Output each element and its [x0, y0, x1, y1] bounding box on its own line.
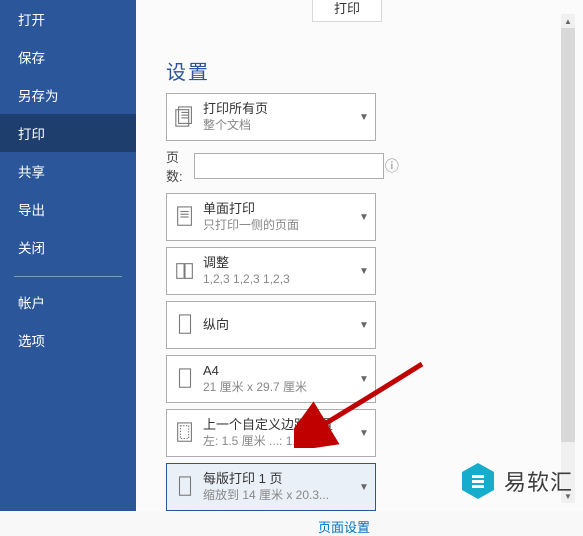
scrollbar[interactable]: ▲ ▼ [561, 14, 575, 503]
sidebar-label: 导出 [18, 199, 45, 219]
main-panel: 打印 设置 打印所有页 整个文档 ▼ 页数: ⓘ [136, 0, 583, 511]
pages-input[interactable] [194, 153, 384, 179]
sidebar-item-close[interactable]: 关闭 [0, 228, 136, 266]
pages-label: 页数: [166, 147, 194, 185]
dropdown-text: 打印所有页 整个文档 [203, 101, 353, 133]
sidebar-separator [14, 276, 122, 277]
dropdown-text: 纵向 [203, 317, 353, 334]
dropdown-text: 每版打印 1 页 缩放到 14 厘米 x 20.3... [203, 471, 353, 503]
sidebar-label: 选项 [18, 330, 45, 350]
dropdown-orientation[interactable]: 纵向 ▼ [166, 301, 376, 349]
sidebar-item-share[interactable]: 共享 [0, 152, 136, 190]
dropdown-paper-size[interactable]: A4 21 厘米 x 29.7 厘米 ▼ [166, 355, 376, 403]
sidebar-label: 打开 [18, 9, 45, 29]
dropdown-primary-text: 调整 [203, 255, 353, 272]
chevron-down-icon: ▼ [353, 112, 375, 123]
dropdown-print-scope[interactable]: 打印所有页 整个文档 ▼ [166, 93, 376, 141]
dropdown-collate[interactable]: 调整 1,2,3 1,2,3 1,2,3 ▼ [166, 247, 376, 295]
sidebar-label: 共享 [18, 161, 45, 181]
info-icon[interactable]: ⓘ [384, 155, 400, 177]
dropdown-text: 上一个自定义边距设置 左: 1.5 厘米 ...: 1.5... [203, 417, 353, 449]
sidebar-item-export[interactable]: 导出 [0, 190, 136, 228]
sidebar-item-save[interactable]: 保存 [0, 38, 136, 76]
sidebar-label: 帐户 [18, 292, 45, 312]
page-setup-link[interactable]: 页面设置 [166, 517, 376, 536]
chevron-down-icon: ▼ [353, 212, 375, 223]
sidebar-item-print[interactable]: 打印 [0, 114, 136, 152]
dropdown-text: A4 21 厘米 x 29.7 厘米 [203, 363, 353, 395]
dropdown-secondary-text: 21 厘米 x 29.7 厘米 [203, 380, 353, 396]
sidebar-item-open[interactable]: 打开 [0, 0, 136, 38]
dropdown-text: 单面打印 只打印一侧的页面 [203, 201, 353, 233]
scroll-up-icon[interactable]: ▲ [561, 14, 575, 28]
pages-row: 页数: ⓘ [166, 147, 400, 185]
dropdown-pages-per-sheet[interactable]: 每版打印 1 页 缩放到 14 厘米 x 20.3... ▼ [166, 463, 376, 511]
settings-title: 设置 [166, 56, 400, 85]
dropdown-secondary-text: 只打印一侧的页面 [203, 218, 353, 234]
sidebar: 打开 保存 另存为 打印 共享 导出 关闭 帐户 选项 [0, 0, 136, 511]
watermark-text: 易软汇 [504, 465, 573, 497]
print-button[interactable]: 打印 [312, 0, 382, 22]
dropdown-primary-text: A4 [203, 363, 353, 380]
dropdown-text: 调整 1,2,3 1,2,3 1,2,3 [203, 255, 353, 287]
page-icon [167, 366, 203, 392]
dropdown-primary-text: 上一个自定义边距设置 [203, 417, 353, 434]
dropdown-primary-text: 每版打印 1 页 [203, 471, 353, 488]
watermark: 易软汇 [460, 461, 573, 501]
settings-block: 设置 打印所有页 整个文档 ▼ 页数: ⓘ [166, 56, 400, 536]
dropdown-secondary-text: 缩放到 14 厘米 x 20.3... [203, 488, 353, 504]
sidebar-label: 另存为 [18, 85, 59, 105]
sidebar-item-saveas[interactable]: 另存为 [0, 76, 136, 114]
root: 打开 保存 另存为 打印 共享 导出 关闭 帐户 选项 打印 设置 打印所有页 … [0, 0, 583, 511]
portrait-icon [167, 312, 203, 338]
chevron-down-icon: ▼ [353, 320, 375, 331]
print-button-label: 打印 [334, 1, 360, 16]
dropdown-one-sided[interactable]: 单面打印 只打印一侧的页面 ▼ [166, 193, 376, 241]
dropdown-secondary-text: 整个文档 [203, 118, 353, 134]
margins-icon [167, 420, 203, 446]
watermark-logo-icon [460, 461, 496, 501]
chevron-down-icon: ▼ [353, 428, 375, 439]
scrollbar-thumb[interactable] [561, 28, 575, 442]
sidebar-label: 打印 [18, 123, 45, 143]
dropdown-primary-text: 纵向 [203, 317, 353, 334]
stack-icon [167, 104, 203, 130]
chevron-down-icon: ▼ [353, 266, 375, 277]
sidebar-label: 保存 [18, 47, 45, 67]
collate-icon [167, 258, 203, 284]
page-icon [167, 204, 203, 230]
sidebar-item-options[interactable]: 选项 [0, 321, 136, 359]
dropdown-secondary-text: 1,2,3 1,2,3 1,2,3 [203, 272, 353, 288]
chevron-down-icon: ▼ [353, 482, 375, 493]
chevron-down-icon: ▼ [353, 374, 375, 385]
dropdown-primary-text: 打印所有页 [203, 101, 353, 118]
sidebar-label: 关闭 [18, 237, 45, 257]
dropdown-margins[interactable]: 上一个自定义边距设置 左: 1.5 厘米 ...: 1.5... ▼ [166, 409, 376, 457]
dropdown-secondary-text: 左: 1.5 厘米 ...: 1.5... [203, 434, 353, 450]
dropdown-primary-text: 单面打印 [203, 201, 353, 218]
page-icon [167, 474, 203, 500]
sidebar-item-account[interactable]: 帐户 [0, 283, 136, 321]
